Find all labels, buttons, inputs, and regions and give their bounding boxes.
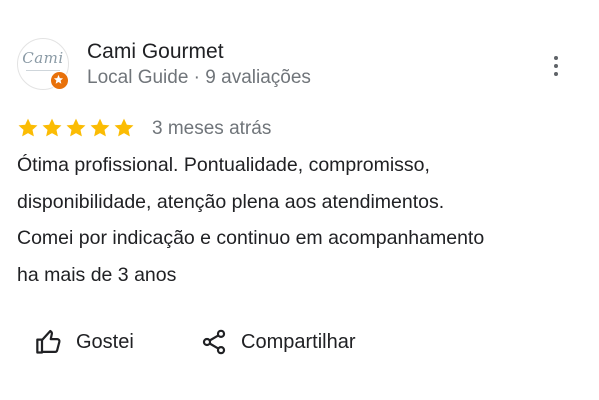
share-button[interactable]: Compartilhar <box>200 322 355 362</box>
local-guide-badge-icon <box>50 71 69 90</box>
avatar-logo-text: Cami <box>22 49 64 67</box>
star-rating <box>17 117 135 141</box>
star-icon <box>90 118 110 137</box>
review-text-line: Comei por indicação e continuo em acompa… <box>17 227 485 249</box>
review-text-line: Ótima profissional. Pontualidade, compro… <box>17 154 430 176</box>
more-options-button[interactable] <box>544 52 568 82</box>
author-name[interactable]: Cami Gourmet <box>87 40 224 64</box>
star-icon <box>114 118 134 137</box>
star-icon <box>42 118 62 137</box>
review-text-line: ha mais de 3 anos <box>17 263 177 286</box>
like-label: Gostei <box>76 330 134 353</box>
review-text-line: disponibilidade, atenção plena aos atend… <box>17 190 445 213</box>
review-date: 3 meses atrás <box>152 118 272 139</box>
author-meta: Local Guide · 9 avaliações <box>87 67 311 88</box>
star-icon <box>66 118 86 137</box>
star-icon <box>18 118 38 137</box>
like-button[interactable]: Gostei <box>35 322 134 362</box>
review-text: Ótima profissional. Pontualidade, compro… <box>17 147 582 293</box>
thumbs-up-icon <box>36 329 61 354</box>
review-card: Cami Cami Gourmet Local Guide · 9 avalia… <box>0 0 599 400</box>
avatar[interactable]: Cami <box>17 38 69 90</box>
share-label: Compartilhar <box>241 330 356 353</box>
share-icon <box>202 329 226 355</box>
